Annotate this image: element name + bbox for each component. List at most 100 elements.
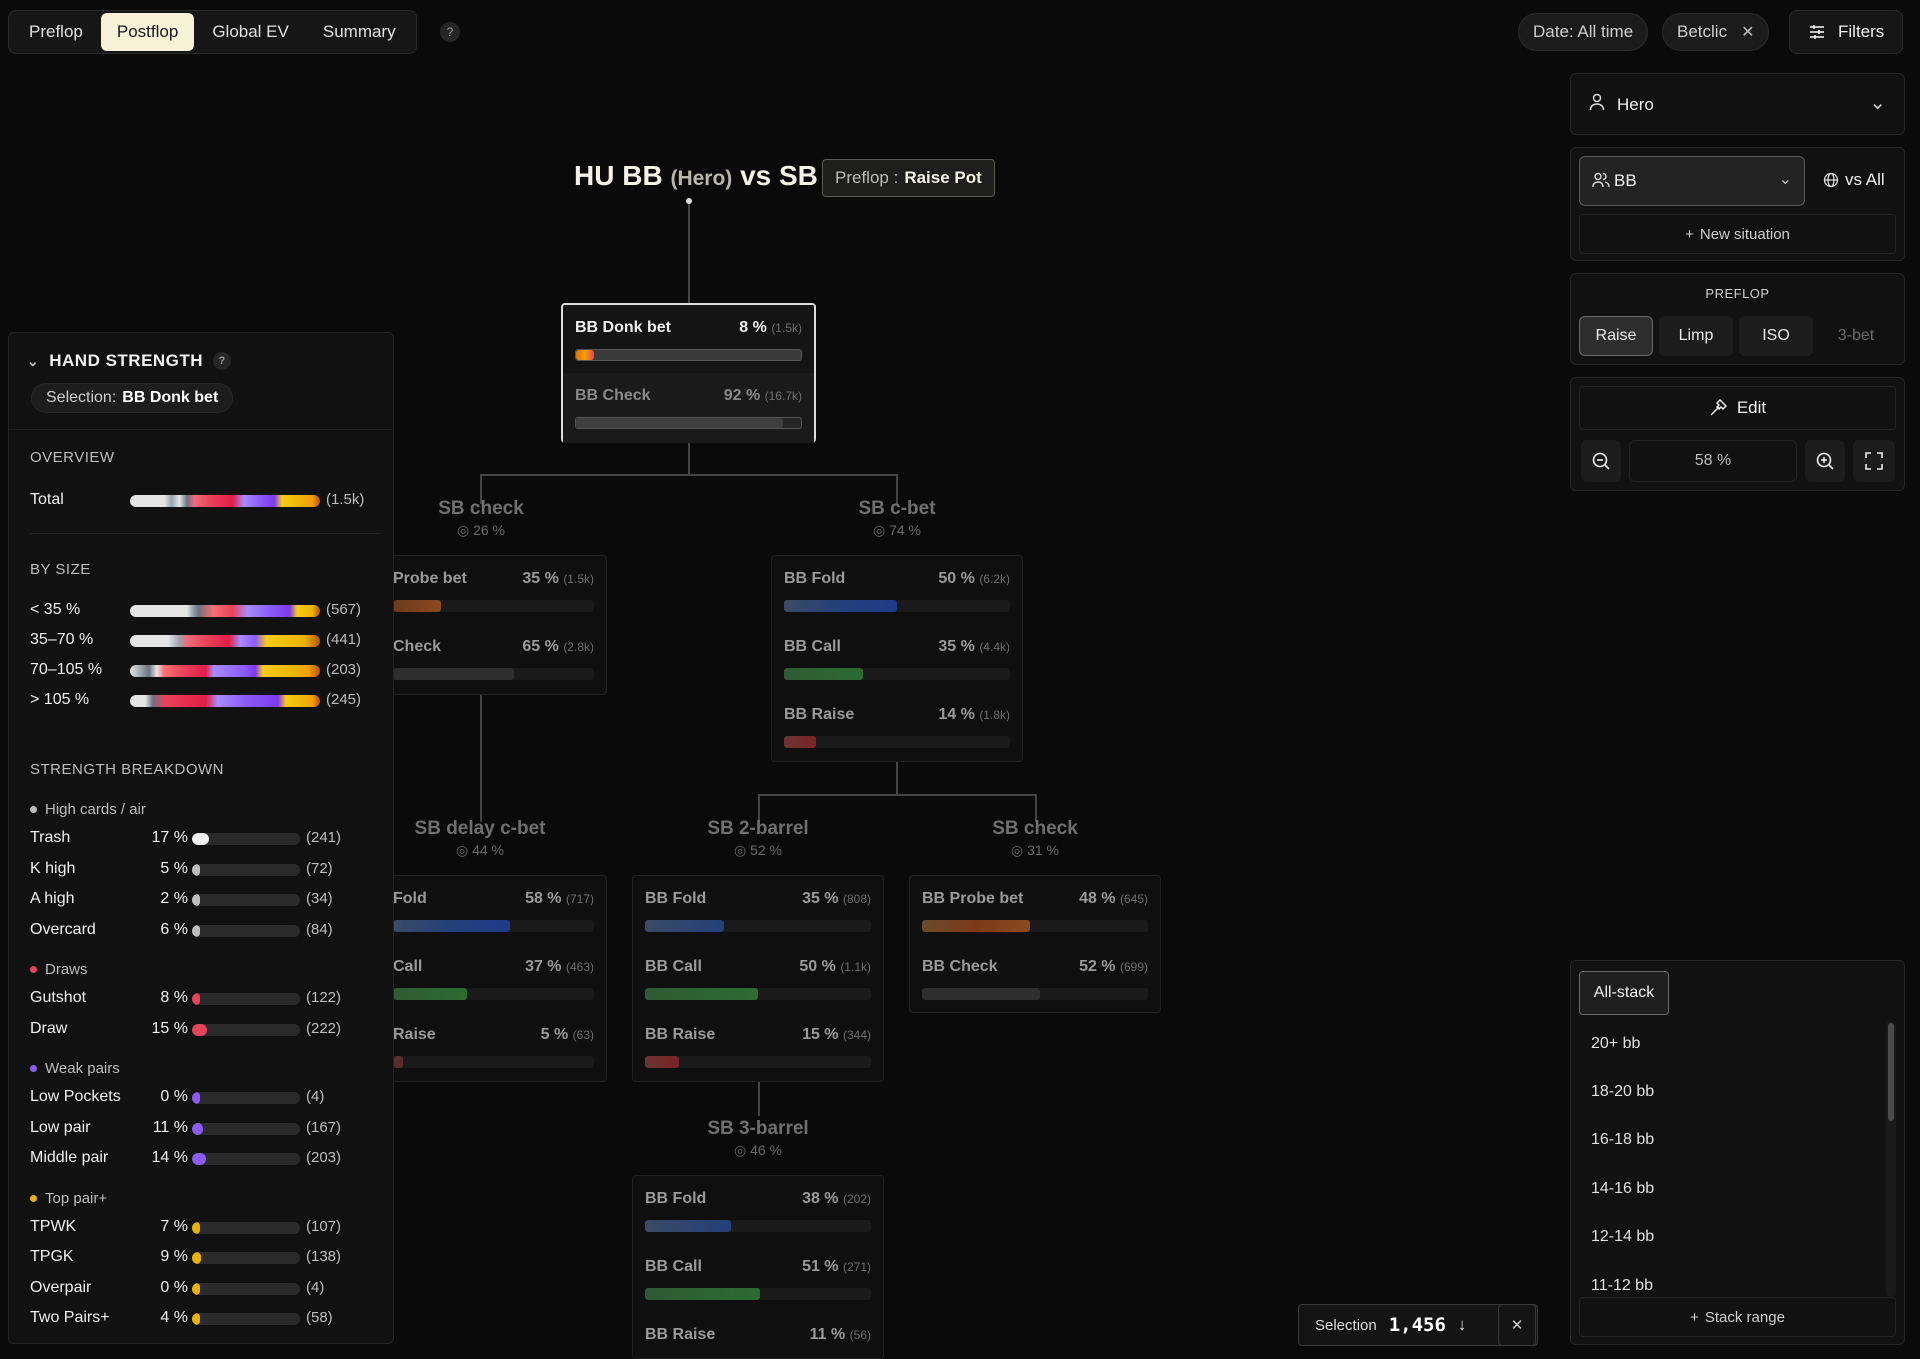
- plus-icon: +: [1690, 1308, 1699, 1326]
- action-pct: 35 % (808): [802, 890, 871, 908]
- player-select[interactable]: Hero ⌄: [1570, 73, 1905, 135]
- tab-preflop[interactable]: Preflop: [13, 13, 99, 51]
- count-value: (1.1k): [840, 960, 871, 974]
- action-row[interactable]: BB Fold 50 % (6.2k): [784, 556, 1010, 624]
- row-label: Overcard: [30, 920, 96, 938]
- preflop-raise-button[interactable]: Raise: [1579, 316, 1653, 356]
- action-row[interactable]: BB Call 51 % (271): [645, 1244, 871, 1312]
- action-row[interactable]: BB Raise 15 % (344): [645, 1012, 871, 1080]
- strength-bar: [192, 1221, 300, 1234]
- connector: [480, 692, 482, 822]
- preflop-tag-label: Preflop :: [835, 168, 899, 187]
- action-row[interactable]: Probe bet 35 % (1.5k): [393, 556, 594, 624]
- action-label: BB Donk bet: [575, 319, 671, 336]
- row-pct: 4 %: [160, 1309, 188, 1326]
- pct-value: 51 %: [802, 1258, 839, 1275]
- action-row[interactable]: BB Call 35 % (4.4k): [784, 624, 1010, 692]
- group-pct: 74 %: [889, 522, 922, 538]
- action-pct: 11 % (56): [810, 1326, 871, 1344]
- edit-label: Edit: [1736, 398, 1767, 417]
- action-row[interactable]: BB Donk bet 8 % (1.5k): [575, 305, 802, 373]
- zoom-level: 58 %: [1629, 440, 1797, 482]
- panel-header[interactable]: ⌄ HAND STRENGTH ?: [27, 351, 232, 371]
- action-row[interactable]: BB Raise 11 % (56): [645, 1312, 871, 1358]
- connector: [896, 762, 898, 794]
- strength-row: K high 5 % (72): [30, 858, 370, 882]
- stack-option[interactable]: 12-14 bb: [1591, 1228, 1654, 1246]
- action-row[interactable]: BB Check 92 % (16.7k): [563, 373, 814, 443]
- action-row[interactable]: BB Call 50 % (1.1k): [645, 944, 871, 1012]
- selection-label: Selection:: [46, 389, 117, 406]
- action-row[interactable]: Fold 58 % (717): [393, 876, 594, 944]
- strength-bar: [192, 1092, 300, 1104]
- zoom-out-button[interactable]: [1581, 440, 1621, 482]
- scrollbar[interactable]: [1886, 1021, 1896, 1297]
- tab-summary[interactable]: Summary: [307, 13, 412, 51]
- action-row[interactable]: Call 37 % (463): [393, 944, 594, 1012]
- stack-option[interactable]: 16-18 bb: [1591, 1131, 1654, 1149]
- close-icon[interactable]: ✕: [1741, 22, 1754, 42]
- arrow-down-icon[interactable]: ↓: [1458, 1315, 1467, 1335]
- tree-node[interactable]: Fold 58 % (717) Call 37 % (463) Raise 5 % (…: [380, 875, 607, 1082]
- action-pct: 50 % (1.1k): [799, 958, 871, 976]
- tab-postflop[interactable]: Postflop: [100, 13, 195, 51]
- row-label: K high: [30, 859, 76, 877]
- preflop-limp-button[interactable]: Limp: [1659, 316, 1733, 356]
- row-count: (245): [326, 691, 362, 708]
- strength-fill: [192, 924, 200, 937]
- strength-bar: [192, 924, 300, 937]
- edit-button[interactable]: Edit: [1579, 386, 1896, 430]
- row-count: (441): [326, 631, 362, 648]
- action-row[interactable]: BB Raise 14 % (1.8k): [784, 692, 1010, 760]
- filters-button[interactable]: Filters: [1789, 10, 1904, 54]
- scrollbar-thumb[interactable]: [1888, 1023, 1894, 1121]
- tree-node[interactable]: BB Probe bet 48 % (645) BB Check 52 % (699…: [909, 875, 1161, 1013]
- zoom-in-button[interactable]: [1805, 440, 1845, 482]
- action-row[interactable]: BB Probe bet 48 % (645): [922, 876, 1148, 944]
- action-label: BB Fold: [784, 570, 846, 587]
- help-icon[interactable]: ?: [213, 352, 232, 370]
- action-label: Check: [393, 638, 442, 655]
- preflop-iso-button[interactable]: ISO: [1739, 316, 1813, 356]
- date-filter[interactable]: Date: All time: [1518, 13, 1649, 51]
- tab-global-ev[interactable]: Global EV: [196, 13, 305, 51]
- stack-option[interactable]: 20+ bb: [1591, 1035, 1640, 1053]
- action-row[interactable]: BB Fold 35 % (808): [645, 876, 871, 944]
- pct-value: 38 %: [802, 1190, 839, 1207]
- fullscreen-button[interactable]: [1853, 440, 1895, 482]
- root-node[interactable]: BB Donk bet 8 % (1.5k) BB Check 92 % (16…: [561, 303, 816, 443]
- pct-value: 11 %: [809, 1326, 846, 1343]
- stack-option[interactable]: 18-20 bb: [1591, 1083, 1654, 1101]
- pct-value: 58 %: [525, 890, 562, 907]
- stack-all-option[interactable]: All-stack: [1579, 971, 1669, 1015]
- tree-node[interactable]: BB Fold 38 % (202) BB Call 51 % (271) BB R…: [632, 1175, 884, 1359]
- row-label: Draw: [30, 1019, 68, 1037]
- strength-fill: [192, 1221, 200, 1234]
- connector: [688, 440, 690, 474]
- pct-value: 35 %: [938, 638, 975, 655]
- pct-value: 35 %: [522, 570, 559, 587]
- stack-option[interactable]: 14-16 bb: [1591, 1180, 1654, 1198]
- position-select[interactable]: BB ⌄: [1579, 156, 1805, 206]
- tree-node[interactable]: BB Fold 50 % (6.2k) BB Call 35 % (4.4k) BB…: [771, 555, 1023, 762]
- action-row[interactable]: Raise 5 % (63): [393, 1012, 594, 1080]
- action-row[interactable]: BB Check 52 % (699): [922, 944, 1148, 1012]
- row-count: (203): [306, 1149, 342, 1166]
- stack-range-button[interactable]: + Stack range: [1579, 1297, 1896, 1337]
- clear-selection-button[interactable]: ✕: [1498, 1304, 1536, 1346]
- help-icon[interactable]: ?: [440, 22, 460, 42]
- vs-all-toggle[interactable]: vs All: [1823, 170, 1885, 190]
- divider: [30, 533, 380, 534]
- action-row[interactable]: BB Fold 38 % (202): [645, 1176, 871, 1244]
- new-situation-button[interactable]: + New situation: [1579, 214, 1896, 254]
- by-size-title: BY SIZE: [30, 561, 91, 578]
- chevron-down-icon[interactable]: ⌄: [27, 353, 39, 370]
- site-filter[interactable]: Betclic ✕: [1662, 13, 1770, 51]
- preflop-3bet-button[interactable]: 3-bet: [1819, 316, 1893, 356]
- category-header: High cards / air: [30, 801, 146, 818]
- tree-node[interactable]: BB Fold 35 % (808) BB Call 50 % (1.1k) BB …: [632, 875, 884, 1082]
- tree-node[interactable]: Probe bet 35 % (1.5k) Check 65 % (2.8k): [380, 555, 607, 695]
- action-row[interactable]: Check 65 % (2.8k): [393, 624, 594, 692]
- stack-option[interactable]: 11-12 bb: [1591, 1277, 1653, 1295]
- row-count: (1.5k): [326, 491, 365, 508]
